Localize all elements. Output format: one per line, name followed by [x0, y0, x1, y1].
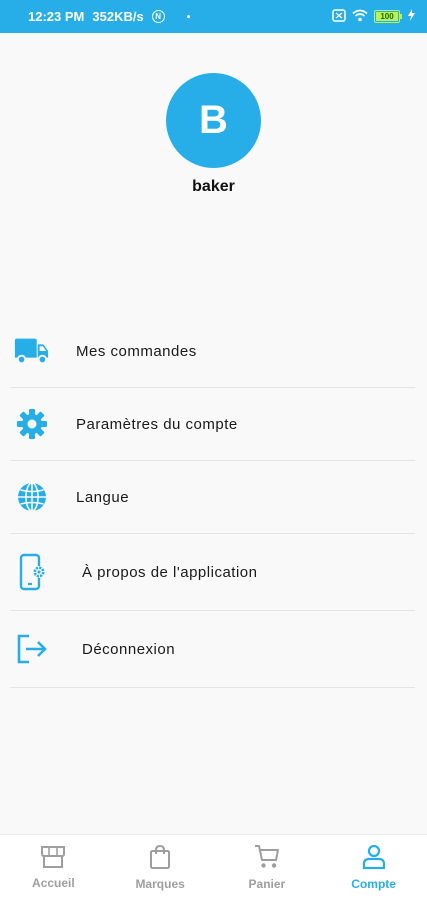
menu-item-label: À propos de l'application: [82, 563, 258, 581]
truck-icon: [14, 333, 50, 369]
username: baker: [192, 178, 235, 195]
account-menu: Mes commandes Paramètres du compte Langu…: [0, 315, 427, 688]
person-icon: [362, 844, 386, 873]
logout-icon: [14, 631, 50, 667]
nav-item-label: Marques: [135, 877, 185, 891]
menu-item-label: Paramètres du compte: [76, 415, 238, 433]
nav-item-cart[interactable]: Panier: [214, 835, 321, 900]
status-bar: 12:23 PM 352KB/s N 100: [0, 0, 427, 33]
nav-item-account[interactable]: Compte: [320, 835, 427, 900]
cart-icon: [254, 844, 280, 873]
status-badge: N: [151, 10, 165, 23]
nav-item-home[interactable]: Accueil: [0, 835, 107, 900]
sim-icon: [332, 8, 346, 25]
status-left: 12:23 PM 352KB/s N: [28, 9, 190, 24]
battery-level: 100: [376, 12, 398, 21]
gear-icon: [14, 406, 50, 442]
battery-body: 100: [374, 10, 400, 23]
nav-item-label: Accueil: [32, 876, 75, 890]
menu-item-label: Mes commandes: [76, 342, 197, 360]
menu-item-account-settings[interactable]: Paramètres du compte: [0, 388, 427, 460]
menu-item-orders[interactable]: Mes commandes: [0, 315, 427, 387]
menu-item-logout[interactable]: Déconnexion: [0, 611, 427, 687]
bottom-nav: Accueil Marques Panier Compte: [0, 834, 427, 900]
battery-tip: [400, 14, 402, 19]
wifi-icon: [352, 9, 368, 25]
globe-icon: [14, 479, 50, 515]
nav-item-brands[interactable]: Marques: [107, 835, 214, 900]
nav-item-label: Compte: [351, 877, 396, 891]
status-time: 12:23 PM: [28, 9, 85, 24]
battery-icon: 100: [374, 10, 402, 23]
avatar: B: [166, 73, 261, 168]
charging-icon: [408, 9, 415, 24]
menu-item-about[interactable]: À propos de l'application: [0, 534, 427, 610]
avatar-initial: B: [199, 98, 228, 142]
menu-item-label: Langue: [76, 488, 130, 506]
shopping-bag-icon: [149, 844, 171, 873]
status-speed: 352KB/s: [92, 9, 144, 24]
divider: [10, 687, 415, 688]
status-right: 100: [332, 8, 415, 25]
store-icon: [40, 845, 66, 872]
status-dot: [186, 15, 190, 18]
menu-item-label: Déconnexion: [82, 640, 176, 658]
menu-item-language[interactable]: Langue: [0, 461, 427, 533]
nav-item-label: Panier: [248, 877, 286, 891]
phone-settings-icon: [14, 553, 50, 591]
